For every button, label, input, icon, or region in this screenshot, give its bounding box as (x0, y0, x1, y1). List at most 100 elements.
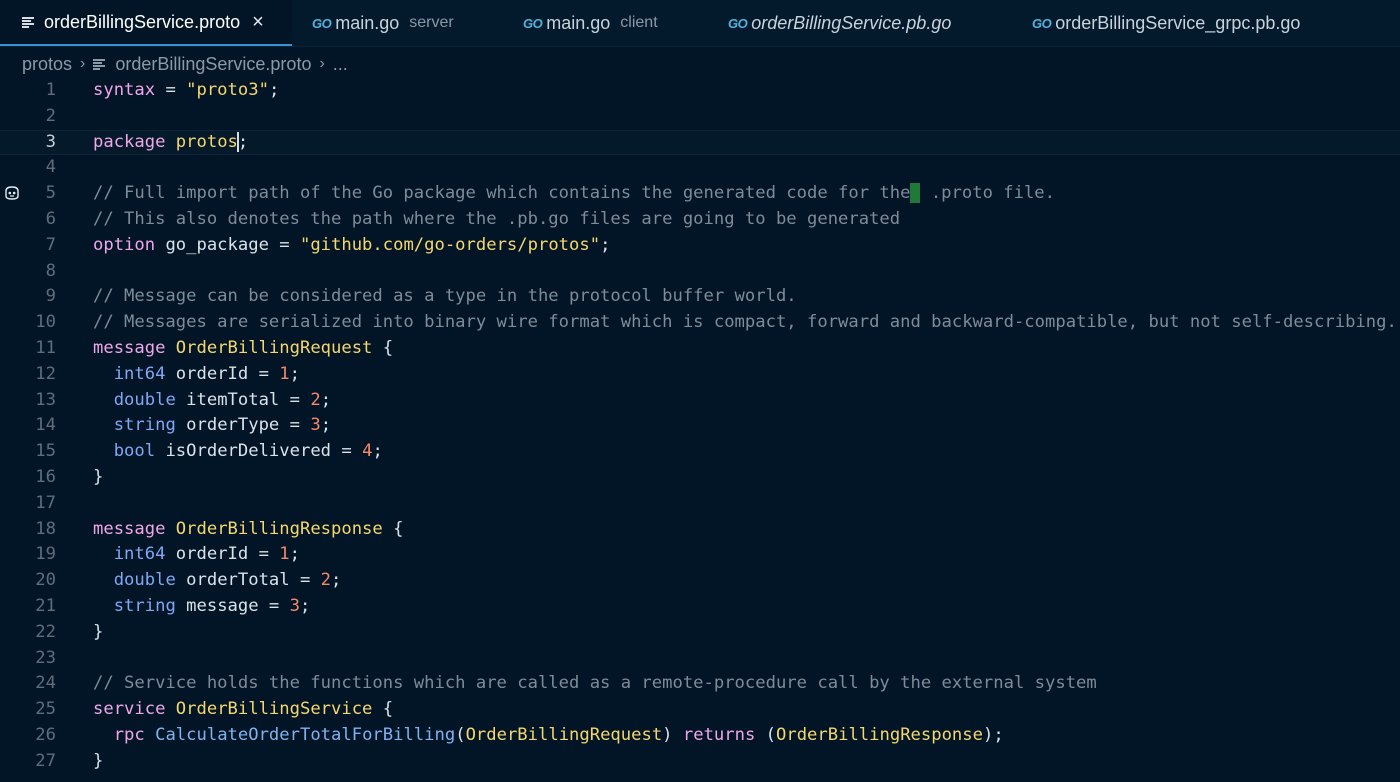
line-code: package protos; (93, 130, 248, 156)
chevron-right-icon: › (319, 55, 325, 72)
code-line[interactable]: 7 option go_package = "github.com/go-orde… (0, 233, 1400, 259)
tab-orderbillingservice-pb-go[interactable]: GO orderBillingService.pb.go (728, 0, 951, 46)
code-line[interactable]: 22} (0, 620, 1400, 646)
line-number: 23 (35, 647, 56, 668)
line-code: option go_package = "github.com/go-order… (93, 233, 610, 259)
code-token: int64 (113, 363, 166, 384)
code-token: orderId = (165, 544, 280, 565)
code-line[interactable]: 27} (0, 749, 1400, 775)
code-line[interactable]: 18 message OrderBillingResponse { (0, 517, 1400, 543)
code-line[interactable]: 20 double orderTotal = 2; (0, 568, 1400, 594)
line-code: message OrderBillingResponse { (93, 517, 403, 543)
line-number: 9 (45, 286, 56, 307)
tab-orderbillingservice-proto[interactable]: orderBillingService.proto × (0, 0, 292, 46)
code-token: ; (289, 544, 300, 565)
file-lines-icon (22, 16, 34, 28)
code-token: ; (320, 415, 332, 436)
code-line[interactable]: 10 // Messages are serialized into binary… (0, 310, 1400, 336)
code-token: { (372, 337, 394, 358)
code-token: string (113, 415, 176, 436)
code-token: int64 (113, 544, 166, 565)
line-code: message OrderBillingRequest { (93, 336, 393, 362)
line-code: // Service holds the functions which are… (93, 671, 1097, 697)
line-code: string orderType = 3; (93, 413, 331, 439)
code-token: "proto3" (186, 80, 269, 100)
breadcrumb-more[interactable]: ... (333, 54, 348, 75)
code-token: OrderBillingResponse (175, 518, 383, 539)
code-line[interactable]: 26 rpc CalculateOrderTotalForBilling(Ord… (0, 723, 1400, 749)
line-code: string message = 3; (93, 594, 311, 620)
code-line[interactable]: 4 (0, 155, 1400, 181)
code-token: // Service holds the functions which are… (93, 673, 1097, 694)
code-token: ( (755, 724, 777, 745)
line-number: 3 (45, 131, 56, 152)
code-line[interactable]: 6 // This also denotes the path where the… (0, 207, 1400, 233)
tab-label: main.go (546, 12, 611, 33)
code-token: orderType = (175, 415, 311, 436)
code-token: go_package = (155, 234, 300, 255)
line-number: 18 (35, 518, 56, 539)
code-editor[interactable]: 1 syntax = "proto3"; 2 3 package protos; 4 5//… (0, 78, 1400, 775)
code-token: ; (299, 595, 311, 616)
code-token: = (155, 80, 187, 100)
line-number: 7 (45, 234, 56, 255)
line-code: double itemTotal = 2; (93, 388, 331, 414)
line-number: 27 (35, 750, 56, 771)
code-line[interactable]: 19 int64 orderId = 1; (0, 542, 1400, 568)
code-line[interactable]: 14 string orderType = 3; (0, 413, 1400, 439)
code-line[interactable]: 13 double itemTotal = 2; (0, 388, 1400, 414)
code-line[interactable]: 23 (0, 646, 1400, 672)
line-code: syntax = "proto3"; (93, 78, 279, 104)
breadcrumb-folder[interactable]: protos (22, 54, 72, 75)
code-token: 2 (320, 570, 332, 591)
code-line[interactable]: 11 message OrderBillingRequest { (0, 336, 1400, 362)
line-code: int64 orderId = 1; (93, 542, 300, 568)
line-code: } (93, 749, 103, 775)
breadcrumb: protos › orderBillingService.proto › ... (22, 51, 348, 77)
tab-label: orderBillingService.proto (44, 11, 241, 32)
breadcrumb-file[interactable]: orderBillingService.proto (115, 54, 311, 75)
go-icon: GO (312, 15, 332, 31)
code-line[interactable]: 24 // Service holds the functions which a… (0, 671, 1400, 697)
code-token: } (93, 621, 104, 642)
code-token: returns (682, 724, 756, 745)
line-number: 14 (35, 415, 56, 436)
code-token: double (113, 570, 176, 591)
code-line[interactable]: 16} (0, 465, 1400, 491)
code-line[interactable]: 2 (0, 104, 1400, 130)
line-code: bool isOrderDelivered = 4; (93, 439, 383, 465)
code-line[interactable]: 1 syntax = "proto3"; (0, 78, 1400, 104)
tab-description: client (620, 14, 658, 31)
code-line[interactable]: 8 (0, 259, 1400, 285)
code-line[interactable]: 15 bool isOrderDelivered = 4; (0, 439, 1400, 465)
code-line[interactable]: 12 int64 orderId = 1; (0, 362, 1400, 388)
line-number: 17 (35, 492, 56, 513)
code-line[interactable]: 21 string message = 3; (0, 594, 1400, 620)
tab-label: orderBillingService.pb.go (751, 12, 952, 33)
line-number: 5 (45, 183, 56, 204)
code-line[interactable]: 17 (0, 491, 1400, 517)
tab-main-go-server[interactable]: GO main.go server (312, 0, 454, 46)
tab-main-go-client[interactable]: GO main.go client (523, 0, 658, 46)
go-icon: GO (1032, 15, 1052, 31)
close-icon[interactable]: × (252, 12, 264, 32)
tab-orderbillingservice-grpc-pb-go[interactable]: GO orderBillingService_grpc.pb.go (1032, 0, 1300, 46)
code-line[interactable]: 5 // Full import path of the Go package w… (0, 181, 1400, 207)
line-code: service OrderBillingService { (93, 697, 393, 723)
code-line[interactable]: 3 package protos; (0, 129, 1400, 156)
line-number: 13 (35, 389, 56, 410)
line-number: 4 (45, 157, 56, 178)
code-token: rpc (113, 724, 145, 745)
code-line[interactable]: 25 service OrderBillingService { (0, 697, 1400, 723)
line-code: rpc CalculateOrderTotalForBilling(OrderB… (93, 723, 1004, 749)
code-token: syntax (93, 80, 156, 100)
line-number: 11 (35, 337, 56, 358)
code-line[interactable]: 9 // Message can be considered as a type … (0, 284, 1400, 310)
line-number: 16 (35, 466, 56, 487)
